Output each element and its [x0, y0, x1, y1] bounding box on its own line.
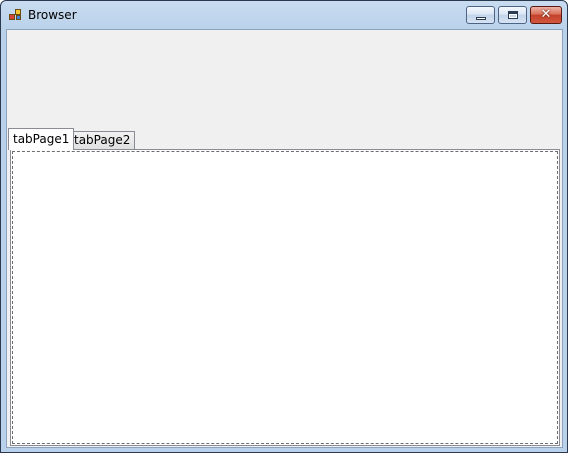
maximize-icon [508, 11, 518, 19]
close-button[interactable]: ✕ [530, 6, 562, 24]
minimize-icon [476, 17, 486, 20]
app-window-icon[interactable] [9, 9, 23, 21]
tab-tabpage1[interactable]: tabPage1 [8, 128, 75, 150]
close-icon: ✕ [540, 7, 552, 22]
title-bar[interactable]: Browser ✕ [1, 1, 567, 29]
app-window: Browser ✕ tabPage1 tabPage2 [0, 0, 568, 453]
tab-panel-focus-border [12, 151, 558, 444]
form-client-area: tabPage1 tabPage2 [6, 29, 563, 448]
window-title: Browser [28, 8, 77, 22]
tab-tabpage2[interactable]: tabPage2 [69, 131, 136, 150]
minimize-button[interactable] [466, 6, 495, 24]
tab-panel[interactable] [10, 149, 560, 446]
maximize-button[interactable] [498, 6, 527, 24]
